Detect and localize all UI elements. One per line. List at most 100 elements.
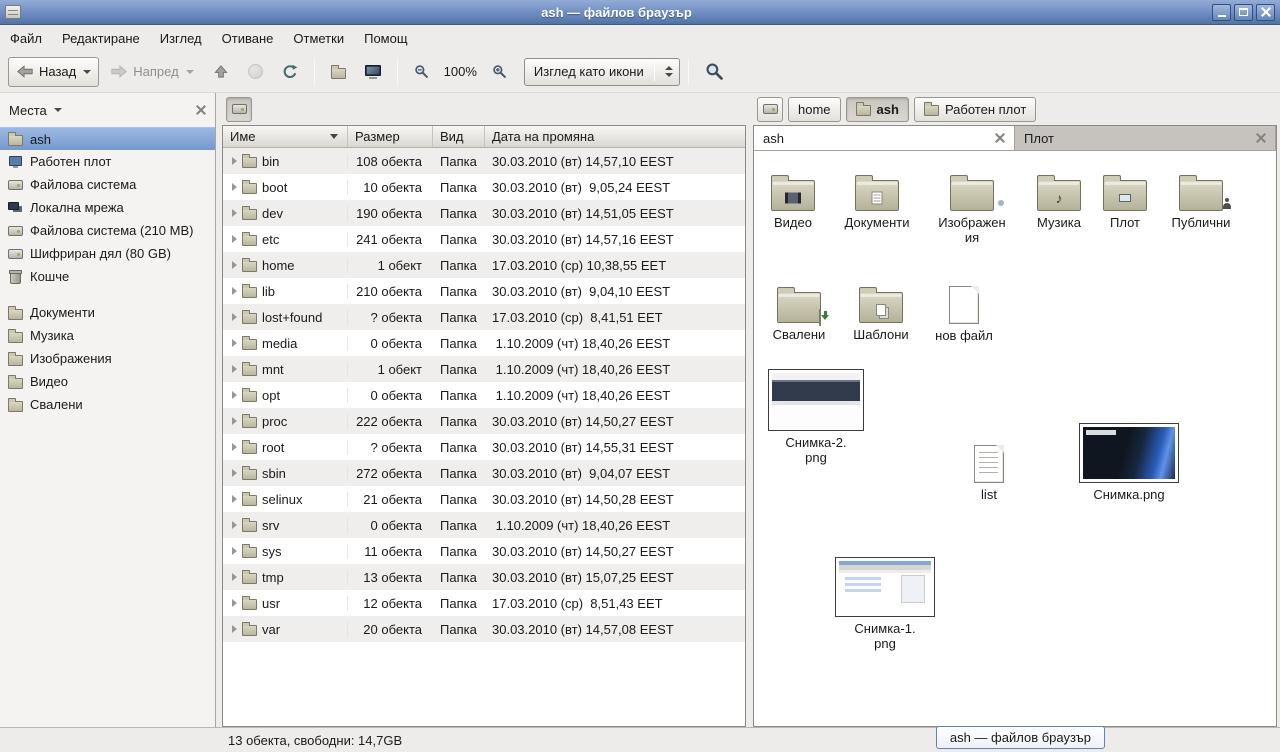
places-header[interactable]: Места <box>9 103 47 118</box>
expander-icon[interactable] <box>232 209 237 217</box>
menu-help[interactable]: Помощ <box>364 31 407 46</box>
column-header-date[interactable]: Дата на промяна <box>485 126 745 147</box>
expander-icon[interactable] <box>232 157 237 165</box>
expander-icon[interactable] <box>232 443 237 451</box>
expander-icon[interactable] <box>232 495 237 503</box>
close-button[interactable] <box>1256 4 1275 21</box>
icon-item-new-file[interactable]: нов файл <box>926 278 1002 343</box>
home-button[interactable] <box>323 57 354 87</box>
expander-icon[interactable] <box>232 469 237 477</box>
icon-item-pictures[interactable]: Изображен ия <box>930 165 1014 245</box>
column-header-size[interactable]: Размер <box>348 126 433 147</box>
table-row[interactable]: dev190 обектаПапка30.03.2010 (вт) 14,51,… <box>223 200 745 226</box>
expander-icon[interactable] <box>232 625 237 633</box>
expander-icon[interactable] <box>232 521 237 529</box>
crumb-desktop[interactable]: Работен плот <box>914 97 1036 122</box>
table-row[interactable]: lib210 обектаПапка30.03.2010 (вт) 9,04,1… <box>223 278 745 304</box>
table-row[interactable]: tmp13 обектаПапка30.03.2010 (вт) 15,07,2… <box>223 564 745 590</box>
icon-item-desktop[interactable]: Плот <box>1092 165 1158 230</box>
expander-icon[interactable] <box>232 365 237 373</box>
tab-close-icon[interactable] <box>1256 133 1266 143</box>
menu-edit[interactable]: Редактиране <box>62 31 140 46</box>
maximize-button[interactable] <box>1234 4 1253 21</box>
sidebar-item-documents[interactable]: Документи <box>0 301 215 324</box>
table-row[interactable]: media0 обектаПапка 1.10.2009 (чт) 18,40,… <box>223 330 745 356</box>
pane-splitter[interactable] <box>746 93 753 727</box>
expander-icon[interactable] <box>232 391 237 399</box>
icon-item-list-file[interactable]: list <box>954 437 1024 502</box>
view-mode-select[interactable]: Изглед като икони <box>524 58 680 86</box>
table-row[interactable]: opt0 обектаПапка 1.10.2009 (чт) 18,40,26… <box>223 382 745 408</box>
sidebar-item-video[interactable]: Видео <box>0 370 215 393</box>
icon-item-public[interactable]: Публични <box>1160 165 1242 230</box>
expander-icon[interactable] <box>232 599 237 607</box>
table-row[interactable]: boot10 обектаПапка30.03.2010 (вт) 9,05,2… <box>223 174 745 200</box>
expander-icon[interactable] <box>232 339 237 347</box>
table-row[interactable]: proc222 обектаПапка30.03.2010 (вт) 14,50… <box>223 408 745 434</box>
up-button[interactable] <box>205 57 237 87</box>
sidebar-item-encrypted-80gb[interactable]: Шифриран дял (80 GB) <box>0 242 215 265</box>
sidebar-item-music[interactable]: Музика <box>0 324 215 347</box>
sidebar-item-trash[interactable]: Кошче <box>0 265 215 288</box>
computer-button[interactable] <box>357 57 389 87</box>
minimize-button[interactable] <box>1212 4 1231 21</box>
table-row[interactable]: lost+found? обектаПапка17.03.2010 (ср) 8… <box>223 304 745 330</box>
table-row[interactable]: sys11 обектаПапка30.03.2010 (вт) 14,50,2… <box>223 538 745 564</box>
back-button[interactable]: Назад <box>8 57 99 87</box>
expander-icon[interactable] <box>232 287 237 295</box>
search-button[interactable] <box>697 57 732 87</box>
menu-bookmarks[interactable]: Отметки <box>293 31 344 46</box>
table-row[interactable]: mnt1 обектПапка 1.10.2009 (чт) 18,40,26 … <box>223 356 745 382</box>
column-header-name[interactable]: Име <box>223 126 348 147</box>
zoom-in-button[interactable] <box>484 57 515 87</box>
expander-icon[interactable] <box>232 573 237 581</box>
expander-icon[interactable] <box>232 235 237 243</box>
places-dropdown-icon[interactable] <box>54 108 62 112</box>
column-header-type[interactable]: Вид <box>433 126 485 147</box>
sidebar-item-desktop[interactable]: Работен плот <box>0 150 215 173</box>
taskbar-window-button[interactable]: ash — файлов браузър <box>936 726 1105 749</box>
icon-item-video[interactable]: Видео <box>756 165 830 230</box>
sidebar-item-pictures[interactable]: Изображения <box>0 347 215 370</box>
tab-ash[interactable]: ash <box>754 126 1015 150</box>
reload-button[interactable] <box>274 57 306 87</box>
table-row[interactable]: root? обектаПапка30.03.2010 (вт) 14,55,3… <box>223 434 745 460</box>
tab-desktop[interactable]: Плот <box>1015 126 1276 150</box>
icon-item-templates[interactable]: Шаблони <box>844 277 918 342</box>
root-crumb-button[interactable] <box>226 97 252 122</box>
crumb-home[interactable]: home <box>788 97 841 122</box>
sidebar-item-downloads[interactable]: Свалени <box>0 393 215 416</box>
sidebar-item-network[interactable]: Локална мрежа <box>0 196 215 219</box>
forward-button[interactable]: Напред <box>102 57 201 87</box>
menu-file[interactable]: Файл <box>10 31 42 46</box>
expander-icon[interactable] <box>232 313 237 321</box>
icon-item-snimka1[interactable]: Снимка-1. png <box>832 557 938 651</box>
crumb-ash[interactable]: ash <box>846 97 909 122</box>
root-crumb-button[interactable] <box>757 97 783 122</box>
menu-go[interactable]: Отиване <box>222 31 274 46</box>
expander-icon[interactable] <box>232 261 237 269</box>
table-row[interactable]: home1 обектПапка17.03.2010 (ср) 10,38,55… <box>223 252 745 278</box>
sidebar-item-ash[interactable]: ash <box>0 127 215 150</box>
tab-close-icon[interactable] <box>995 133 1005 143</box>
icon-item-documents[interactable]: Документи <box>838 165 916 230</box>
icon-item-snimka[interactable]: Снимка.png <box>1076 423 1182 502</box>
stop-button[interactable] <box>240 57 271 87</box>
sidebar-item-filesystem[interactable]: Файлова система <box>0 173 215 196</box>
table-row[interactable]: usr12 обектаПапка17.03.2010 (ср) 8,51,43… <box>223 590 745 616</box>
table-row[interactable]: bin108 обектаПапка30.03.2010 (вт) 14,57,… <box>223 148 745 174</box>
icon-item-downloads[interactable]: Свалени <box>762 277 836 342</box>
table-row[interactable]: selinux21 обектаПапка30.03.2010 (вт) 14,… <box>223 486 745 512</box>
table-row[interactable]: etc241 обектаПапка30.03.2010 (вт) 14,57,… <box>223 226 745 252</box>
expander-icon[interactable] <box>232 183 237 191</box>
expander-icon[interactable] <box>232 417 237 425</box>
zoom-out-button[interactable] <box>406 57 437 87</box>
sidebar-close-icon[interactable] <box>196 105 206 115</box>
menu-view[interactable]: Изглед <box>160 31 202 46</box>
icon-item-snimka2[interactable]: Снимка-2. png <box>766 369 866 465</box>
expander-icon[interactable] <box>232 547 237 555</box>
table-row[interactable]: var20 обектаПапка30.03.2010 (вт) 14,57,0… <box>223 616 745 642</box>
table-row[interactable]: sbin272 обектаПапка30.03.2010 (вт) 9,04,… <box>223 460 745 486</box>
icon-item-music[interactable]: ♪ Музика <box>1022 165 1096 230</box>
table-row[interactable]: srv0 обектаПапка 1.10.2009 (чт) 18,40,26… <box>223 512 745 538</box>
